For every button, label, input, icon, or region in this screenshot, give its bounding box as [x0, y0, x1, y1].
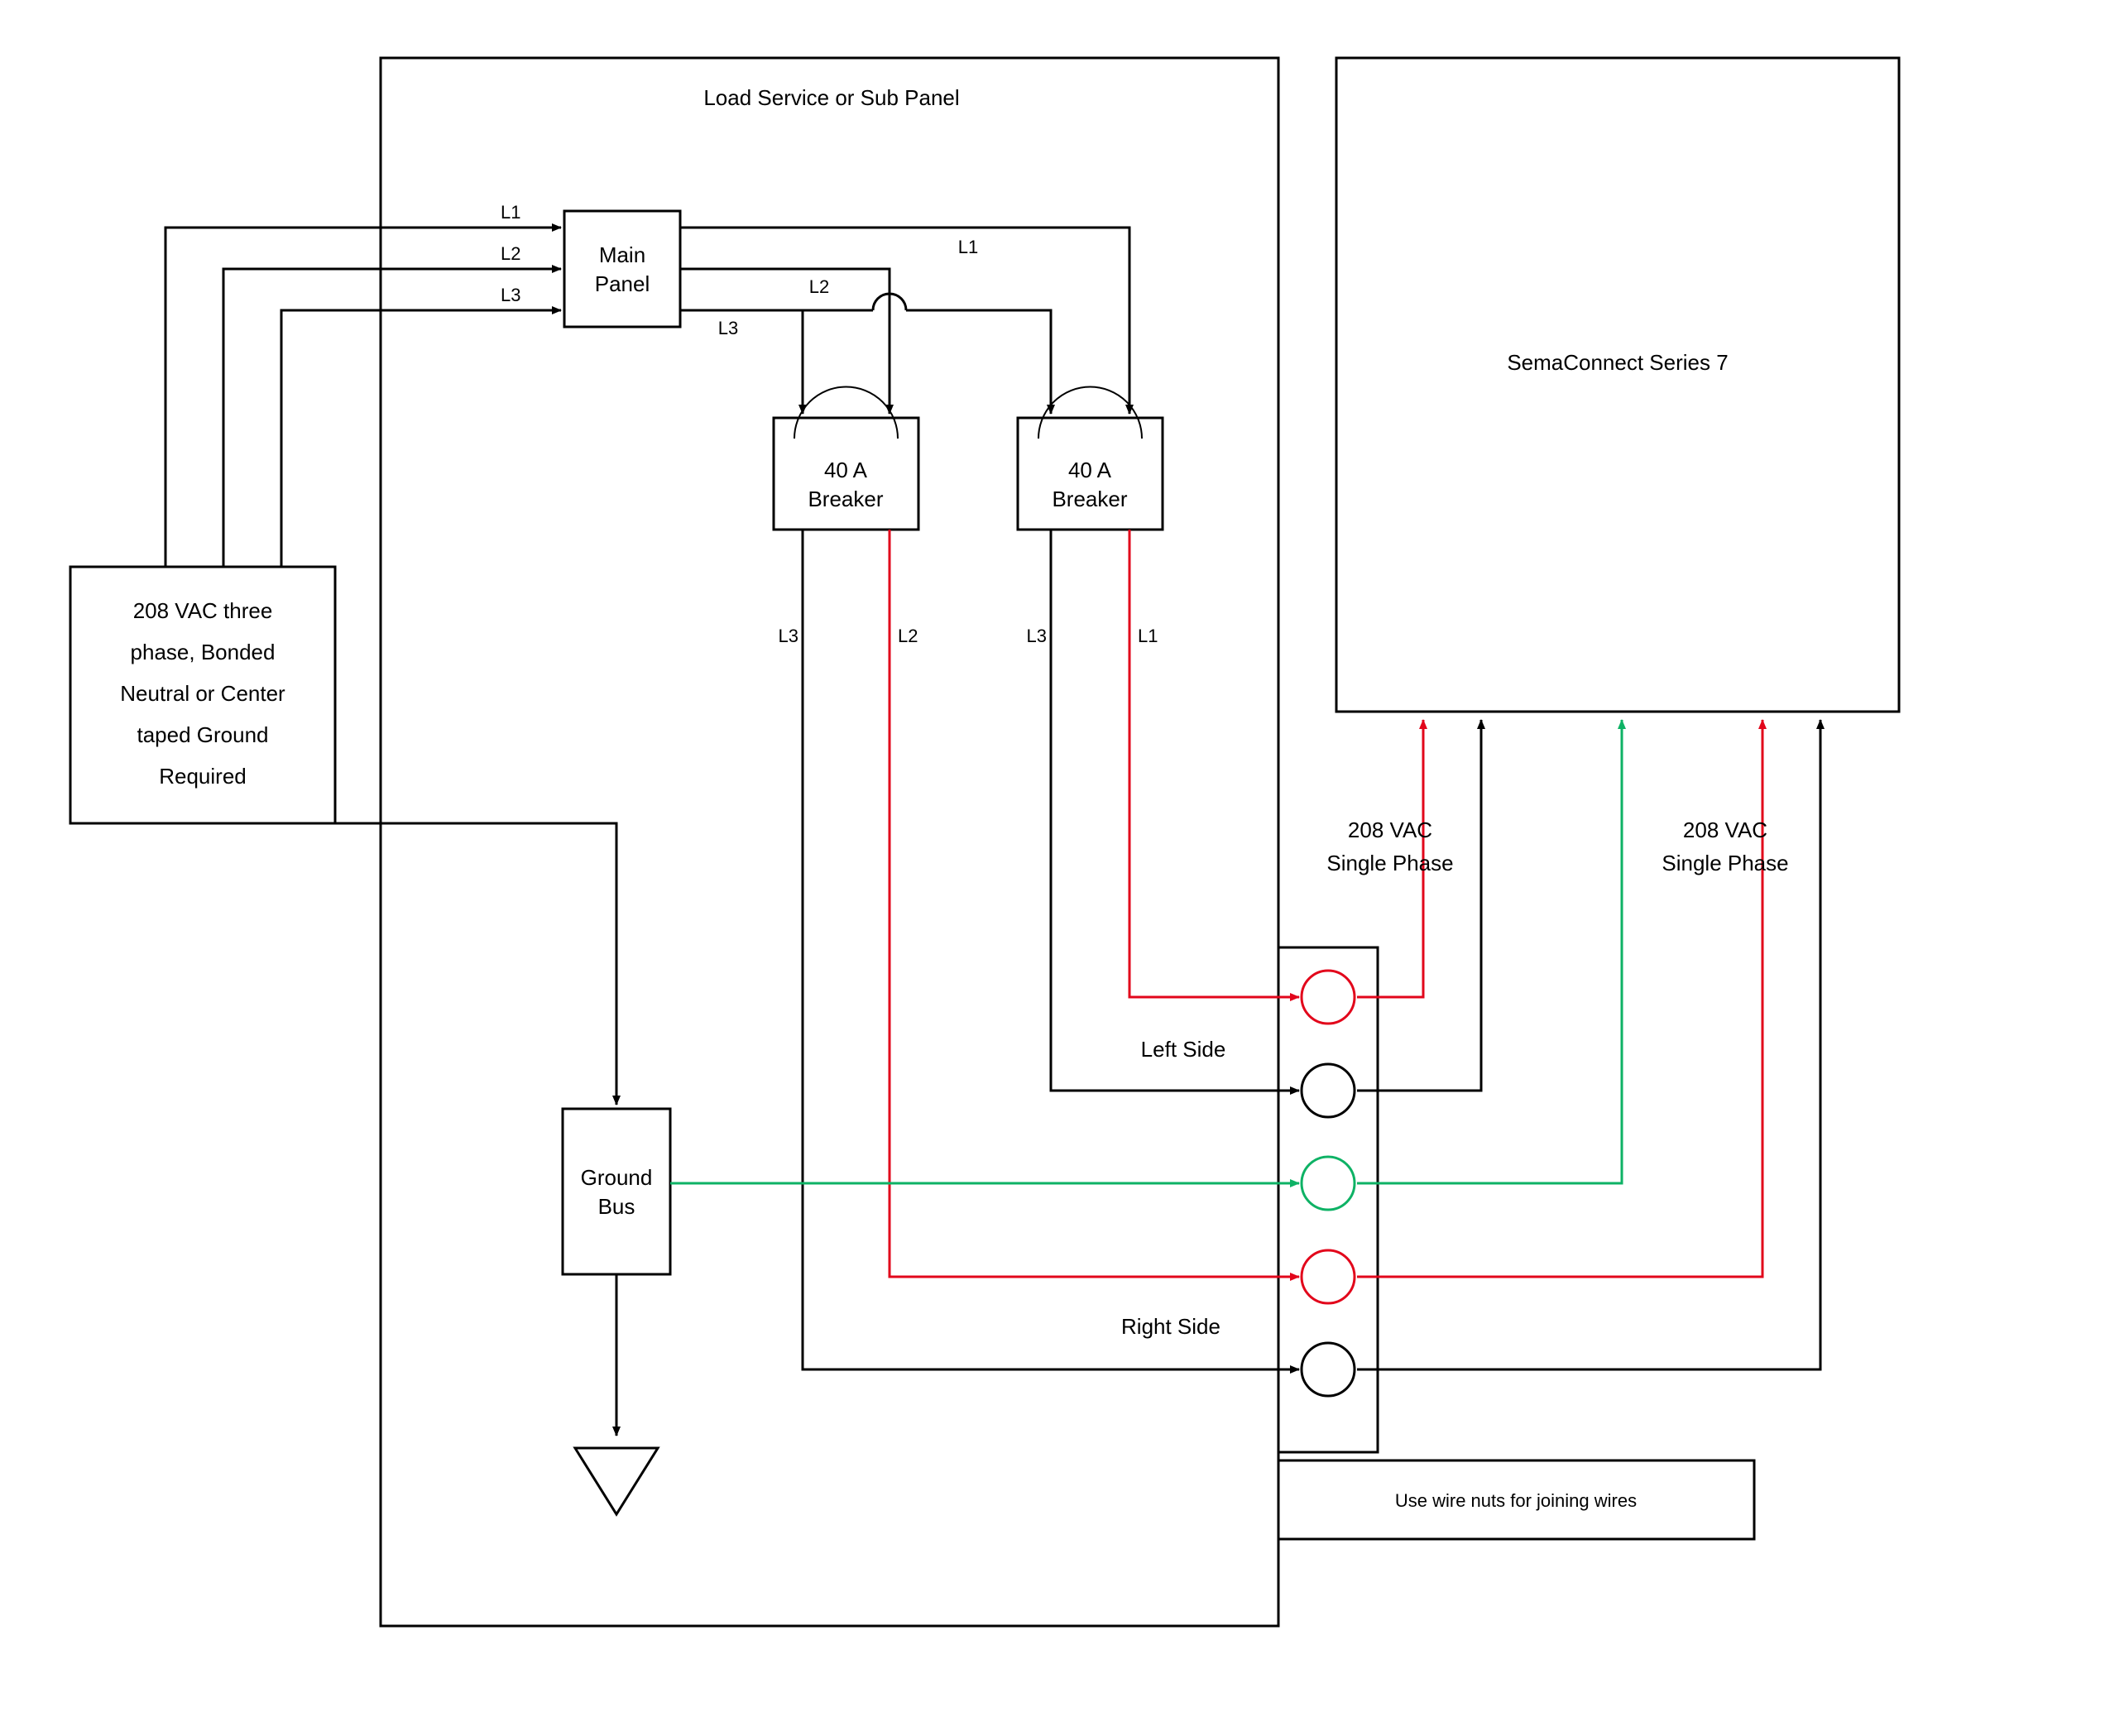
- wire-term3-up: [1357, 720, 1622, 1183]
- breaker2-label: Breaker: [1052, 487, 1127, 511]
- label-L1-in: L1: [501, 202, 520, 223]
- label-L3-out: L3: [718, 318, 738, 338]
- wire-L2-out: [680, 269, 890, 414]
- wire-L3-out-b2: [906, 310, 1051, 414]
- ground-bus-l1: Ground: [581, 1165, 653, 1190]
- source-l5: Required: [159, 764, 247, 789]
- terminal-1: [1302, 971, 1355, 1024]
- source-l3: Neutral or Center: [120, 681, 285, 706]
- wire-right-L3-to-term2: [1051, 662, 1299, 1091]
- phase-left-1: 208 VAC: [1348, 818, 1432, 842]
- panel-title: Load Service or Sub Panel: [703, 85, 959, 110]
- terminal-4: [1302, 1250, 1355, 1303]
- br-L3: L3: [1027, 626, 1047, 646]
- wire-nuts-note: Use wire nuts for joining wires: [1395, 1490, 1637, 1511]
- main-panel-l1: Main: [599, 242, 645, 267]
- wire-left-L2-to-term4: [890, 662, 1299, 1277]
- label-L3-in: L3: [501, 285, 520, 305]
- wire-L3-in: [281, 310, 561, 567]
- label-L2-out: L2: [809, 276, 829, 297]
- wire-L3-out-a: [680, 310, 803, 414]
- wire-term2-up: [1357, 720, 1481, 1091]
- wiring-diagram: Load Service or Sub Panel 208 VAC three …: [0, 0, 2110, 1736]
- sema-title: SemaConnect Series 7: [1507, 350, 1728, 375]
- bl-L2: L2: [898, 626, 918, 646]
- earth-symbol: [575, 1448, 658, 1514]
- label-L1-out: L1: [958, 237, 978, 257]
- source-l2: phase, Bonded: [131, 640, 276, 664]
- semaconnect-box: [1336, 58, 1899, 712]
- wire-L1-out: [680, 228, 1129, 414]
- breaker2-rating: 40 A: [1068, 458, 1112, 482]
- ground-bus-box: [563, 1109, 670, 1274]
- phase-right-1: 208 VAC: [1683, 818, 1767, 842]
- br-L1: L1: [1138, 626, 1158, 646]
- ground-bus-l2: Bus: [598, 1194, 635, 1219]
- wire-L1-in: [165, 228, 561, 567]
- left-side-label: Left Side: [1141, 1037, 1226, 1062]
- wire-ground-from-source: [331, 823, 616, 1105]
- terminal-3: [1302, 1157, 1355, 1210]
- breaker1-label: Breaker: [808, 487, 883, 511]
- source-l1: 208 VAC three: [133, 598, 273, 623]
- main-panel-l2: Panel: [595, 271, 650, 296]
- main-panel-box: [564, 211, 680, 327]
- phase-left-2: Single Phase: [1326, 851, 1453, 875]
- bl-L3: L3: [779, 626, 798, 646]
- label-L2-in: L2: [501, 243, 520, 264]
- terminal-2: [1302, 1064, 1355, 1117]
- phase-right-2: Single Phase: [1662, 851, 1788, 875]
- wire-L2-in: [223, 269, 561, 567]
- right-side-label: Right Side: [1121, 1314, 1220, 1339]
- wire-right-L1-to-term1: [1129, 662, 1299, 997]
- source-l4: taped Ground: [137, 722, 268, 747]
- terminal-5: [1302, 1343, 1355, 1396]
- breaker1-rating: 40 A: [824, 458, 868, 482]
